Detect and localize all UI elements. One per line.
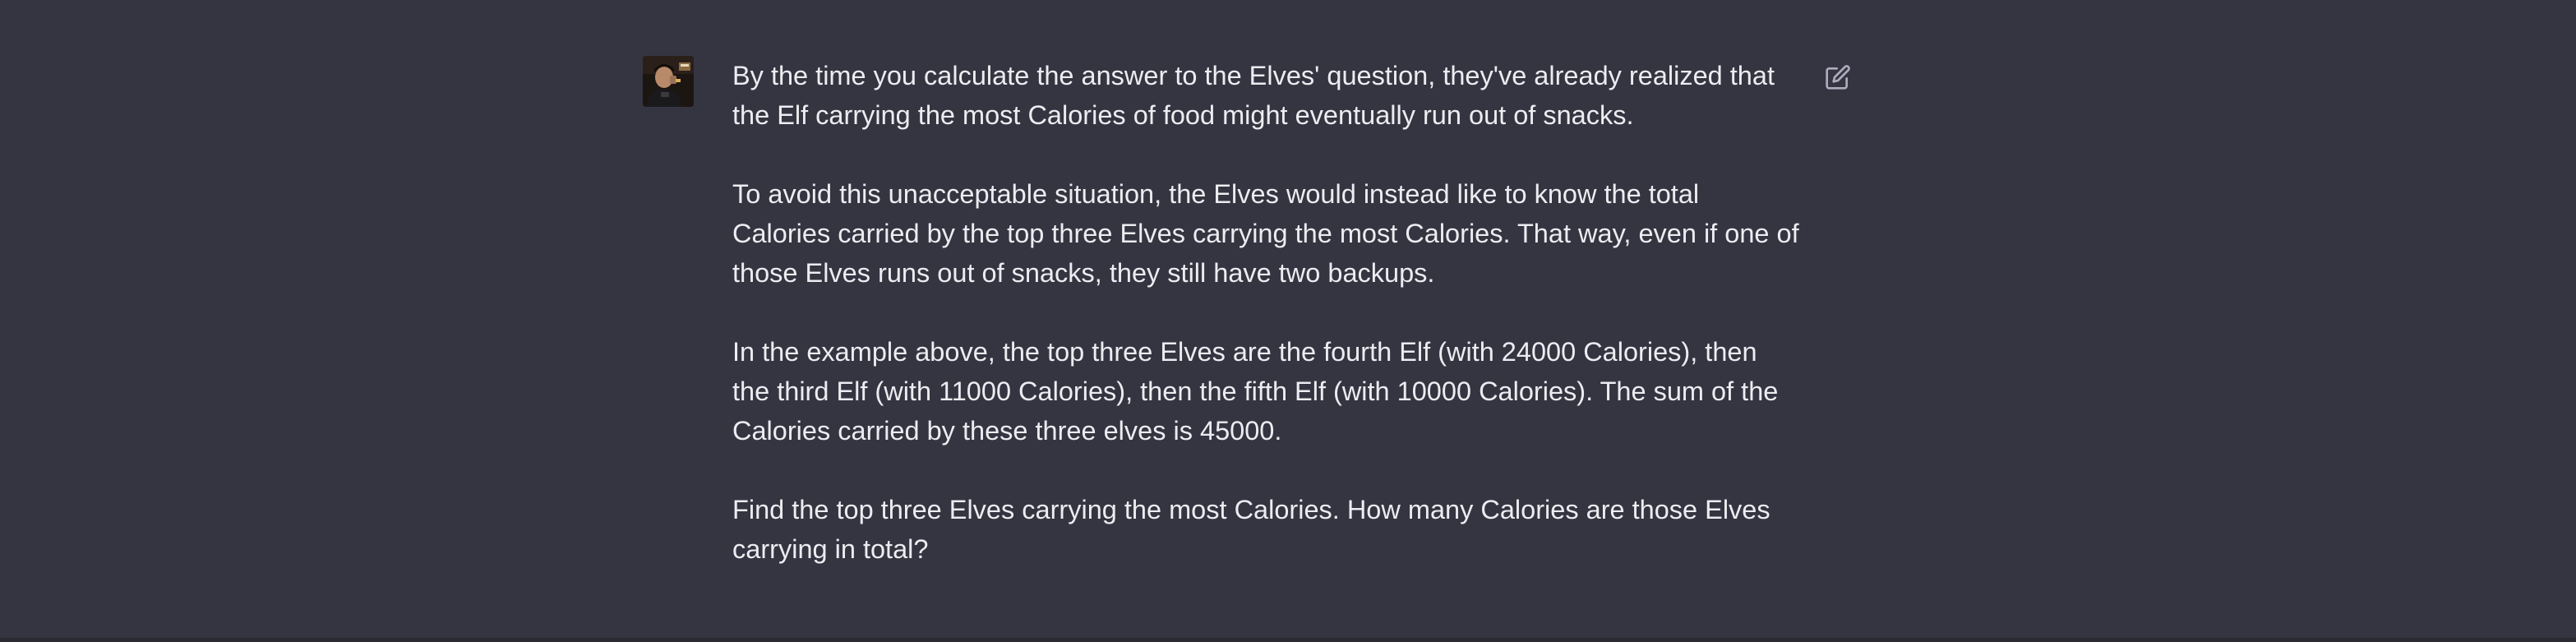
message-paragraph: Find the top three Elves carrying the mo…	[732, 495, 1770, 564]
user-message-row: By the time you calculate the answer to …	[0, 0, 2576, 638]
divider	[0, 638, 2576, 642]
message-paragraph: By the time you calculate the answer to …	[732, 61, 1775, 130]
message-paragraph: In the example above, the top three Elve…	[732, 337, 1779, 446]
message-content: By the time you calculate the answer to …	[732, 56, 1817, 569]
edit-icon	[1826, 65, 1850, 90]
user-avatar	[643, 56, 694, 107]
message-paragraph: To avoid this unacceptable situation, th…	[732, 179, 1799, 288]
edit-message-button[interactable]	[1821, 61, 1854, 94]
user-avatar-photo	[643, 56, 694, 107]
